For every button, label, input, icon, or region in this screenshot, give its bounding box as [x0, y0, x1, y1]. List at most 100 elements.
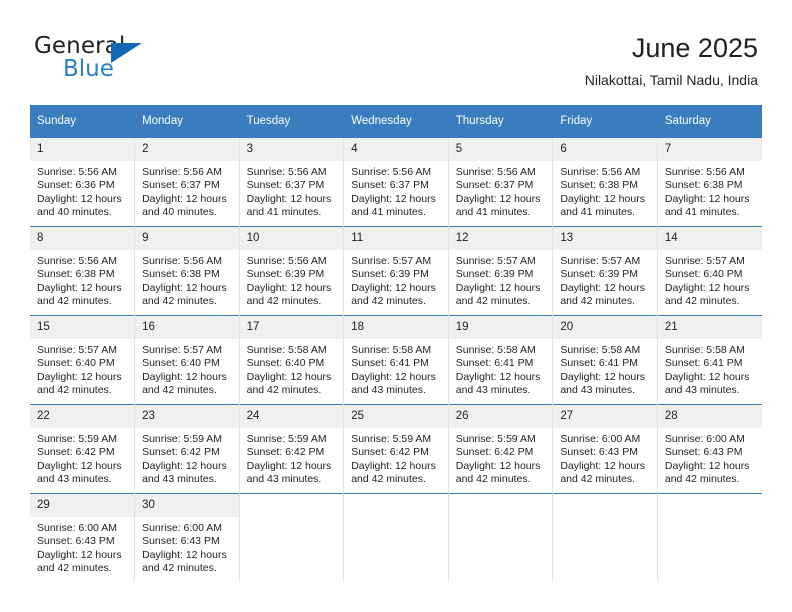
- day-cell[interactable]: 19 Sunrise: 5:58 AM Sunset: 6:41 PM Dayligh…: [448, 315, 554, 405]
- daylight-text-line1: Daylight: 12 hours: [142, 192, 227, 205]
- day-cell-empty: [448, 493, 554, 582]
- daylight-text-line1: Daylight: 12 hours: [455, 281, 541, 294]
- daylight-text-line1: Daylight: 12 hours: [142, 548, 227, 561]
- daylight-text-line1: Daylight: 12 hours: [37, 192, 122, 205]
- day-cell[interactable]: 8 Sunrise: 5:56 AM Sunset: 6:38 PM Daylight…: [30, 226, 136, 316]
- day-number: 21: [657, 316, 762, 339]
- day-cell[interactable]: 7 Sunrise: 5:56 AM Sunset: 6:38 PM Daylight…: [657, 137, 762, 227]
- week-row: 8 Sunrise: 5:56 AM Sunset: 6:38 PM Daylight…: [30, 226, 762, 316]
- day-cell[interactable]: 29 Sunrise: 6:00 AM Sunset: 6:43 PM Dayligh…: [30, 493, 136, 582]
- day-cell[interactable]: 30 Sunrise: 6:00 AM Sunset: 6:43 PM Dayligh…: [134, 493, 240, 582]
- sunset-text: Sunset: 6:38 PM: [37, 268, 115, 281]
- logo-text-blue: Blue: [63, 56, 114, 82]
- day-cell[interactable]: 23 Sunrise: 5:59 AM Sunset: 6:42 PM Dayligh…: [134, 404, 240, 494]
- sunrise-text: Sunrise: 5:56 AM: [246, 166, 327, 178]
- day-number: 30: [135, 494, 239, 517]
- daylight-text-line2: and 41 minutes.: [664, 206, 740, 219]
- day-details: Sunrise: 5:56 AM Sunset: 6:37 PM Daylight:…: [240, 161, 344, 220]
- day-cell[interactable]: 26 Sunrise: 5:59 AM Sunset: 6:42 PM Dayligh…: [448, 404, 554, 494]
- sunrise-text: Sunrise: 6:00 AM: [142, 522, 223, 534]
- day-cell[interactable]: 6 Sunrise: 5:56 AM Sunset: 6:38 PM Daylight…: [552, 137, 658, 227]
- sunrise-text: Sunrise: 5:56 AM: [142, 166, 223, 178]
- week-row: 29 Sunrise: 6:00 AM Sunset: 6:43 PM Dayligh…: [30, 493, 762, 582]
- day-number: 23: [135, 405, 239, 428]
- day-cell[interactable]: 28 Sunrise: 6:00 AM Sunset: 6:43 PM Dayligh…: [657, 404, 762, 494]
- daylight-text-line1: Daylight: 12 hours: [351, 281, 436, 294]
- sunset-text: Sunset: 6:43 PM: [560, 446, 638, 459]
- daylight-text-line2: and 42 minutes.: [142, 562, 217, 575]
- day-cell[interactable]: 18 Sunrise: 5:58 AM Sunset: 6:41 PM Dayligh…: [343, 315, 449, 405]
- weekday-header-saturday: Saturday: [657, 105, 762, 138]
- daylight-text-line2: and 42 minutes.: [664, 473, 740, 486]
- daylight-text-line1: Daylight: 12 hours: [560, 192, 645, 205]
- sunrise-text: Sunrise: 5:56 AM: [560, 166, 641, 178]
- daylight-text-line1: Daylight: 12 hours: [37, 459, 122, 472]
- sunrise-text: Sunrise: 6:00 AM: [664, 433, 745, 445]
- daylight-text-line1: Daylight: 12 hours: [246, 281, 332, 294]
- day-number: 19: [448, 316, 553, 339]
- day-cell[interactable]: 4 Sunrise: 5:56 AM Sunset: 6:37 PM Daylight…: [343, 137, 449, 227]
- day-cell[interactable]: 15 Sunrise: 5:57 AM Sunset: 6:40 PM Dayligh…: [30, 315, 136, 405]
- sunset-text: Sunset: 6:42 PM: [351, 446, 429, 459]
- day-cell[interactable]: 5 Sunrise: 5:56 AM Sunset: 6:37 PM Daylight…: [448, 137, 554, 227]
- day-details: Sunrise: 5:57 AM Sunset: 6:39 PM Daylight:…: [553, 250, 657, 309]
- day-number: 18: [344, 316, 448, 339]
- sunset-text: Sunset: 6:42 PM: [37, 446, 115, 459]
- day-details: Sunrise: 5:58 AM Sunset: 6:41 PM Daylight:…: [344, 339, 448, 398]
- sunset-text: Sunset: 6:43 PM: [664, 446, 743, 459]
- day-number: 9: [135, 227, 239, 250]
- day-cell[interactable]: 24 Sunrise: 5:59 AM Sunset: 6:42 PM Dayligh…: [239, 404, 345, 494]
- daylight-text-line2: and 40 minutes.: [37, 206, 112, 219]
- day-cell[interactable]: 11 Sunrise: 5:57 AM Sunset: 6:39 PM Dayligh…: [343, 226, 449, 316]
- day-cell[interactable]: 10 Sunrise: 5:56 AM Sunset: 6:39 PM Dayligh…: [239, 226, 345, 316]
- day-cell[interactable]: 20 Sunrise: 5:58 AM Sunset: 6:41 PM Dayligh…: [552, 315, 658, 405]
- sunrise-text: Sunrise: 5:56 AM: [246, 255, 327, 267]
- daylight-text-line2: and 42 minutes.: [455, 473, 531, 486]
- daylight-text-line2: and 43 minutes.: [142, 473, 217, 486]
- day-number: 12: [448, 227, 553, 250]
- day-details: [240, 517, 344, 522]
- day-details: Sunrise: 6:00 AM Sunset: 6:43 PM Daylight:…: [30, 517, 134, 576]
- day-cell[interactable]: 2 Sunrise: 5:56 AM Sunset: 6:37 PM Daylight…: [134, 137, 240, 227]
- sunset-text: Sunset: 6:37 PM: [351, 179, 429, 192]
- day-details: Sunrise: 6:00 AM Sunset: 6:43 PM Daylight:…: [553, 428, 657, 487]
- sunrise-text: Sunrise: 5:58 AM: [455, 344, 536, 356]
- day-cell[interactable]: 25 Sunrise: 5:59 AM Sunset: 6:42 PM Dayligh…: [343, 404, 449, 494]
- day-cell[interactable]: 14 Sunrise: 5:57 AM Sunset: 6:40 PM Dayligh…: [657, 226, 762, 316]
- day-cell[interactable]: 21 Sunrise: 5:58 AM Sunset: 6:41 PM Dayligh…: [657, 315, 762, 405]
- daylight-text-line2: and 43 minutes.: [664, 384, 740, 397]
- weekday-header-thursday: Thursday: [448, 105, 554, 138]
- daylight-text-line2: and 42 minutes.: [37, 562, 112, 575]
- weekday-header-monday: Monday: [134, 105, 240, 138]
- daylight-text-line2: and 43 minutes.: [246, 473, 322, 486]
- general-blue-logo[interactable]: General Blue: [34, 33, 214, 85]
- daylight-text-line2: and 41 minutes.: [560, 206, 636, 219]
- day-number: 17: [239, 316, 344, 339]
- day-details: Sunrise: 5:56 AM Sunset: 6:38 PM Daylight:…: [658, 161, 762, 220]
- sunset-text: Sunset: 6:36 PM: [37, 179, 115, 192]
- day-cell[interactable]: 22 Sunrise: 5:59 AM Sunset: 6:42 PM Dayligh…: [30, 404, 136, 494]
- day-cell[interactable]: 3 Sunrise: 5:56 AM Sunset: 6:37 PM Daylight…: [239, 137, 345, 227]
- sunset-text: Sunset: 6:39 PM: [455, 268, 534, 281]
- sunrise-text: Sunrise: 6:00 AM: [37, 522, 117, 534]
- day-number: 25: [344, 405, 448, 428]
- daylight-text-line1: Daylight: 12 hours: [455, 192, 541, 205]
- day-number: 14: [657, 227, 762, 250]
- daylight-text-line1: Daylight: 12 hours: [246, 459, 332, 472]
- day-details: Sunrise: 5:59 AM Sunset: 6:42 PM Daylight:…: [240, 428, 344, 487]
- day-cell[interactable]: 13 Sunrise: 5:57 AM Sunset: 6:39 PM Dayligh…: [552, 226, 658, 316]
- sunrise-text: Sunrise: 5:58 AM: [351, 344, 432, 356]
- day-cell[interactable]: 12 Sunrise: 5:57 AM Sunset: 6:39 PM Dayligh…: [448, 226, 554, 316]
- day-cell[interactable]: 27 Sunrise: 6:00 AM Sunset: 6:43 PM Dayligh…: [552, 404, 658, 494]
- day-details: Sunrise: 5:57 AM Sunset: 6:40 PM Daylight:…: [135, 339, 239, 398]
- day-cell[interactable]: 1 Sunrise: 5:56 AM Sunset: 6:36 PM Daylight…: [30, 137, 136, 227]
- daylight-text-line1: Daylight: 12 hours: [142, 370, 227, 383]
- weekday-header-friday: Friday: [552, 105, 658, 138]
- title-block: June 2025 Nilakottai, Tamil Nadu, India: [585, 32, 758, 89]
- day-number: 1: [30, 138, 135, 161]
- day-number: 5: [448, 138, 553, 161]
- day-cell[interactable]: 9 Sunrise: 5:56 AM Sunset: 6:38 PM Daylight…: [134, 226, 240, 316]
- day-cell[interactable]: 16 Sunrise: 5:57 AM Sunset: 6:40 PM Dayligh…: [134, 315, 240, 405]
- sunset-text: Sunset: 6:37 PM: [246, 179, 325, 192]
- day-cell[interactable]: 17 Sunrise: 5:58 AM Sunset: 6:40 PM Dayligh…: [239, 315, 345, 405]
